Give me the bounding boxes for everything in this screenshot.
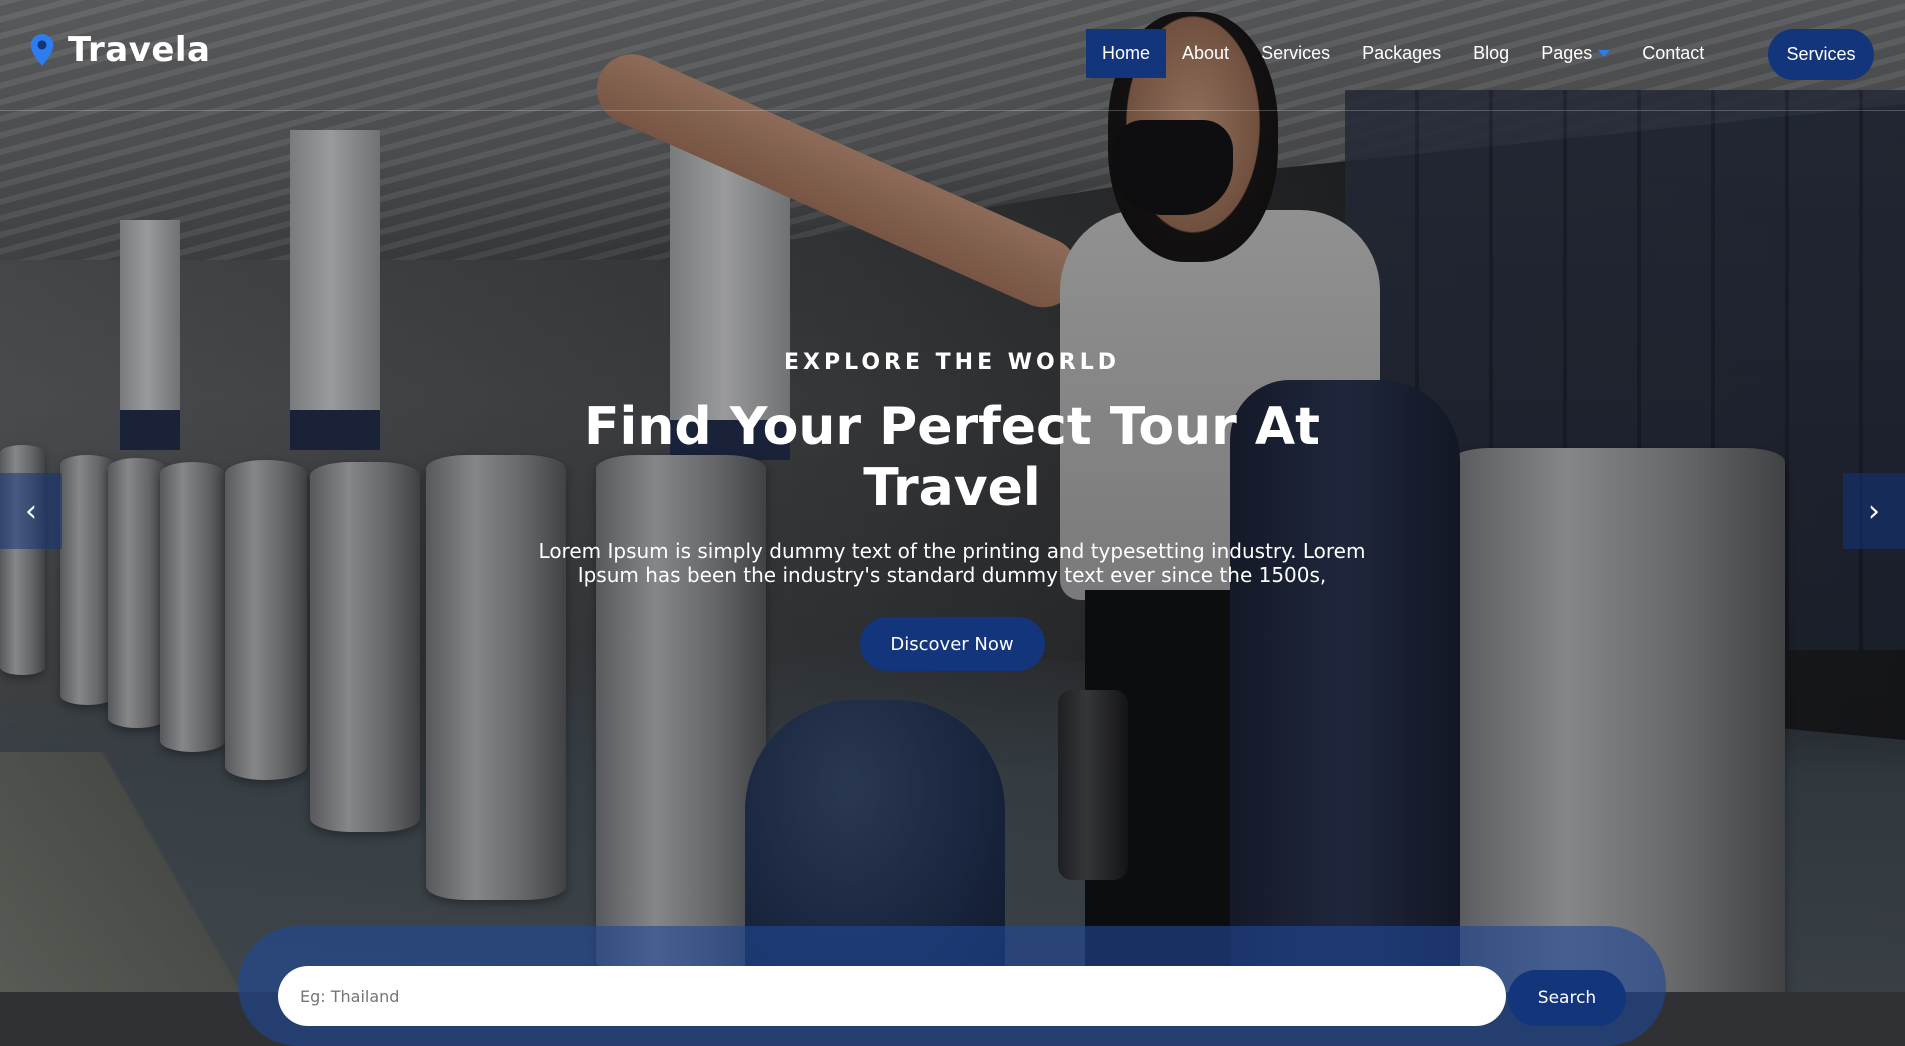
nav-item-home[interactable]: Home xyxy=(1086,29,1167,78)
search-button[interactable]: Search xyxy=(1508,970,1626,1026)
search-input[interactable] xyxy=(278,966,1506,1026)
hero-lead-text: Lorem Ipsum is simply dummy text of the … xyxy=(538,539,1366,587)
caret-down-icon xyxy=(1598,50,1611,57)
navbar: Travela Home About Services Packages Blo… xyxy=(0,0,1905,111)
nav-item-pages[interactable]: Pages xyxy=(1525,29,1626,78)
brand-logo[interactable]: Travela xyxy=(28,30,211,70)
chevron-right-icon: › xyxy=(1868,493,1880,529)
nav-item-pages-label: Pages xyxy=(1541,43,1593,63)
services-button[interactable]: Services xyxy=(1768,29,1874,80)
nav-item-services[interactable]: Services xyxy=(1245,29,1346,78)
brand-name: Travela xyxy=(68,30,211,70)
nav-item-about[interactable]: About xyxy=(1166,29,1245,78)
chevron-left-icon: ‹ xyxy=(25,493,37,529)
hero-eyebrow: EXPLORE THE WORLD xyxy=(784,350,1120,375)
nav-item-packages[interactable]: Packages xyxy=(1346,29,1457,78)
hero-content: EXPLORE THE WORLD Find Your Perfect Tour… xyxy=(452,350,1452,671)
search-bar: Search xyxy=(238,926,1666,1046)
nav-item-contact[interactable]: Contact xyxy=(1626,29,1720,78)
map-marker-icon xyxy=(30,34,54,66)
hero-headline: Find Your Perfect Tour At Travel xyxy=(584,397,1320,518)
main-nav: Home About Services Packages Blog Pages … xyxy=(1086,29,1720,78)
nav-item-blog[interactable]: Blog xyxy=(1457,29,1525,78)
discover-now-button[interactable]: Discover Now xyxy=(859,617,1045,671)
carousel-prev-button[interactable]: ‹ xyxy=(0,473,62,549)
carousel-next-button[interactable]: › xyxy=(1843,473,1905,549)
